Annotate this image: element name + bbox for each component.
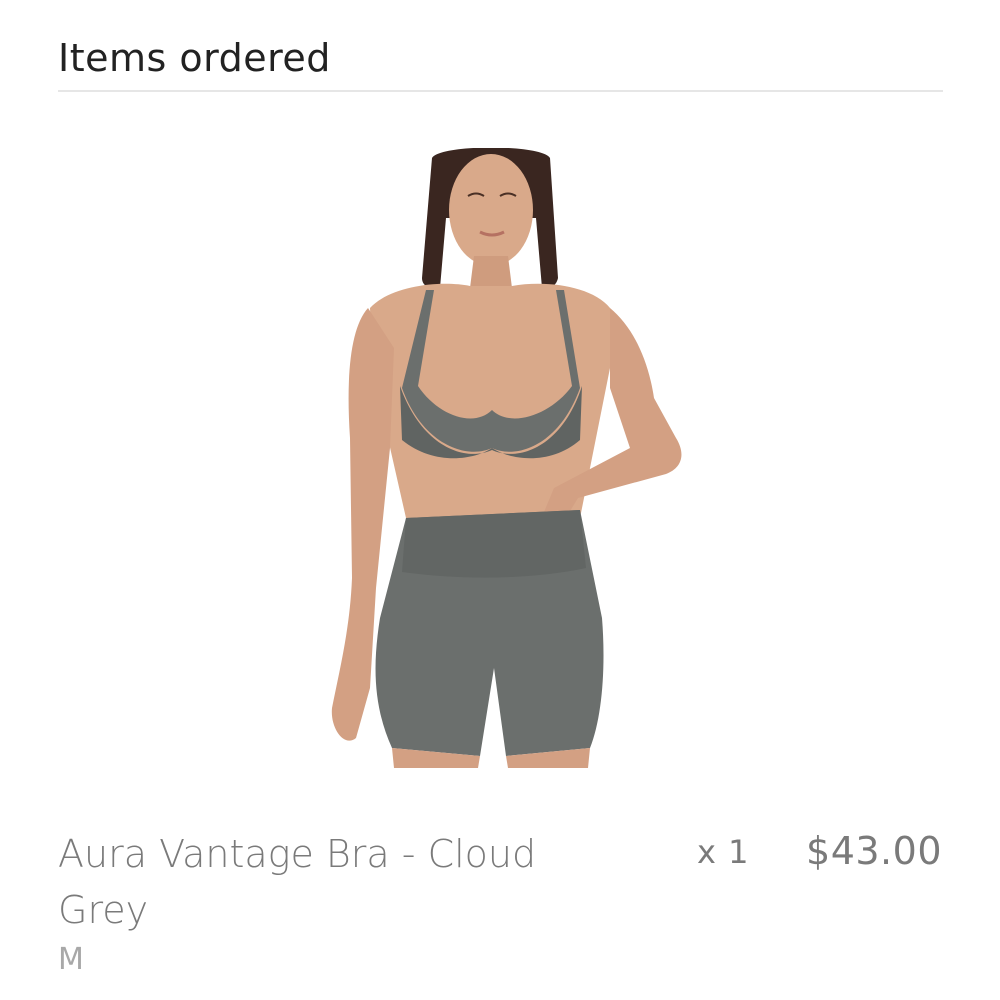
item-variant-size: M bbox=[58, 942, 84, 977]
item-name[interactable]: Aura Vantage Bra - Cloud Grey bbox=[58, 826, 578, 938]
product-image[interactable] bbox=[310, 148, 690, 768]
section-title: Items ordered bbox=[58, 36, 331, 80]
section-divider bbox=[58, 90, 943, 92]
model-illustration bbox=[331, 148, 682, 768]
item-price: $43.00 bbox=[806, 829, 942, 873]
item-quantity: x 1 bbox=[697, 833, 750, 871]
